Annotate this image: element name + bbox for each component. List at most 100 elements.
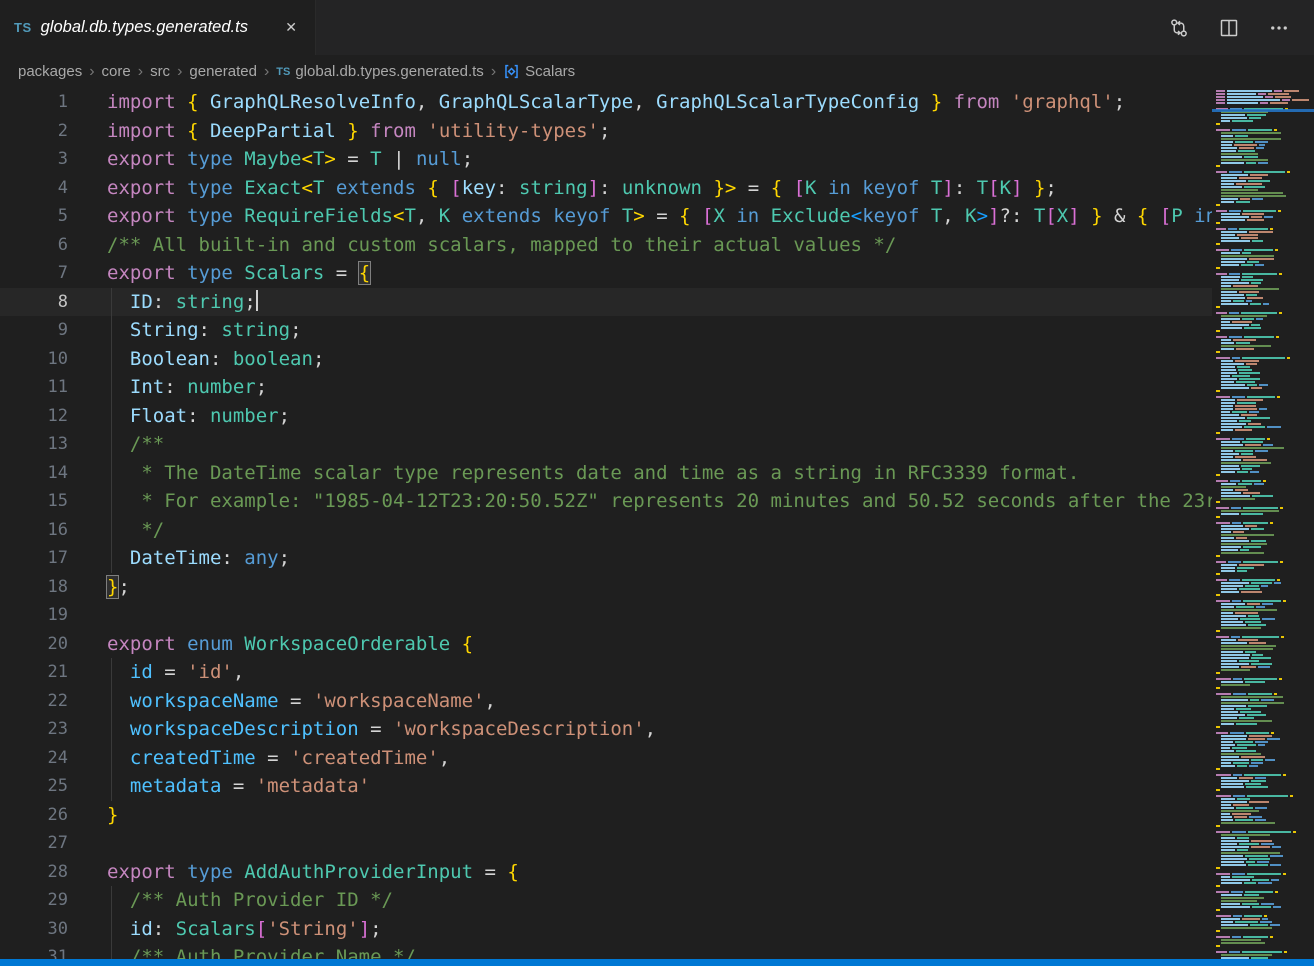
code-line-25[interactable]: 25 metadata = 'metadata'	[0, 772, 1314, 801]
code-line-14[interactable]: 14 * The DateTime scalar type represents…	[0, 459, 1314, 488]
editor[interactable]: 1import { GraphQLResolveInfo, GraphQLSca…	[0, 88, 1314, 959]
minimap-line	[1216, 312, 1314, 314]
breadcrumb-item-scalars[interactable]: Scalars	[503, 63, 575, 80]
minimap-current-line-highlight	[1212, 109, 1314, 112]
tab-global-db-types-generated[interactable]: TS global.db.types.generated.ts ✕	[0, 0, 316, 55]
code-line-2[interactable]: 2import { DeepPartial } from 'utility-ty…	[0, 117, 1314, 146]
minimap-line	[1216, 855, 1314, 857]
code-line-1[interactable]: 1import { GraphQLResolveInfo, GraphQLSca…	[0, 88, 1314, 117]
line-number[interactable]: 26	[0, 801, 68, 830]
code-line-18[interactable]: 18};	[0, 573, 1314, 602]
code-line-3[interactable]: 3export type Maybe<T> = T | null;	[0, 145, 1314, 174]
line-number[interactable]: 27	[0, 829, 68, 858]
minimap-line	[1216, 228, 1314, 230]
code-line-7[interactable]: 7export type Scalars = {	[0, 259, 1314, 288]
minimap-line	[1216, 612, 1314, 614]
minimap[interactable]	[1212, 88, 1314, 959]
code-line-10[interactable]: 10 Boolean: boolean;	[0, 345, 1314, 374]
line-number[interactable]: 7	[0, 259, 68, 288]
line-number[interactable]: 18	[0, 573, 68, 602]
line-number[interactable]: 23	[0, 715, 68, 744]
line-number[interactable]: 25	[0, 772, 68, 801]
line-number[interactable]: 31	[0, 943, 68, 959]
line-number[interactable]: 28	[0, 858, 68, 887]
code-line-4[interactable]: 4export type Exact<T extends { [key: str…	[0, 174, 1314, 203]
line-number[interactable]: 10	[0, 345, 68, 374]
minimap-line	[1216, 708, 1314, 710]
line-number[interactable]: 12	[0, 402, 68, 431]
code-line-24[interactable]: 24 createdTime = 'createdTime',	[0, 744, 1314, 773]
code-line-12[interactable]: 12 Float: number;	[0, 402, 1314, 431]
code-line-15[interactable]: 15 * For example: "1985-04-12T23:20:50.5…	[0, 487, 1314, 516]
minimap-line	[1216, 597, 1314, 599]
minimap-line	[1216, 405, 1314, 407]
line-number[interactable]: 15	[0, 487, 68, 516]
close-icon[interactable]: ✕	[281, 17, 301, 38]
breadcrumb-item-src[interactable]: src	[150, 63, 170, 80]
code-line-16[interactable]: 16 */	[0, 516, 1314, 545]
line-number[interactable]: 4	[0, 174, 68, 203]
code-line-29[interactable]: 29 /** Auth Provider ID */	[0, 886, 1314, 915]
breadcrumb-item-global-db-types-generated-ts[interactable]: TSglobal.db.types.generated.ts	[276, 63, 484, 80]
minimap-line	[1216, 627, 1314, 629]
code-line-17[interactable]: 17 DateTime: any;	[0, 544, 1314, 573]
code-line-21[interactable]: 21 id = 'id',	[0, 658, 1314, 687]
minimap-line	[1216, 888, 1314, 890]
code-line-27[interactable]: 27	[0, 829, 1314, 858]
breadcrumb-item-generated[interactable]: generated	[189, 63, 257, 80]
breadcrumb-item-packages[interactable]: packages	[18, 63, 82, 80]
open-changes-icon[interactable]	[1168, 17, 1190, 39]
line-number[interactable]: 5	[0, 202, 68, 231]
code-line-6[interactable]: 6/** All built-in and custom scalars, ma…	[0, 231, 1314, 260]
line-number[interactable]: 17	[0, 544, 68, 573]
breadcrumb-item-core[interactable]: core	[102, 63, 131, 80]
more-actions-icon[interactable]	[1268, 17, 1290, 39]
minimap-line	[1216, 201, 1314, 203]
line-number[interactable]: 1	[0, 88, 68, 117]
minimap-line	[1216, 606, 1314, 608]
minimap-line	[1216, 792, 1314, 794]
breadcrumb-separator: ›	[138, 64, 143, 80]
code-line-5[interactable]: 5export type RequireFields<T, K extends …	[0, 202, 1314, 231]
line-number[interactable]: 20	[0, 630, 68, 659]
code-line-13[interactable]: 13 /**	[0, 430, 1314, 459]
code-area[interactable]: 1import { GraphQLResolveInfo, GraphQLSca…	[0, 88, 1314, 959]
line-number[interactable]: 24	[0, 744, 68, 773]
line-number[interactable]: 21	[0, 658, 68, 687]
line-number[interactable]: 30	[0, 915, 68, 944]
line-number[interactable]: 11	[0, 373, 68, 402]
minimap-line	[1216, 234, 1314, 236]
line-number[interactable]: 14	[0, 459, 68, 488]
line-number[interactable]: 16	[0, 516, 68, 545]
code-line-31[interactable]: 31 /** Auth Provider Name */	[0, 943, 1314, 959]
code-line-20[interactable]: 20export enum WorkspaceOrderable {	[0, 630, 1314, 659]
line-number[interactable]: 6	[0, 231, 68, 260]
minimap-line	[1216, 96, 1314, 98]
line-number[interactable]: 9	[0, 316, 68, 345]
line-number[interactable]: 3	[0, 145, 68, 174]
minimap-line	[1216, 945, 1314, 947]
minimap-line	[1216, 411, 1314, 413]
minimap-line	[1216, 942, 1314, 944]
line-number[interactable]: 19	[0, 601, 68, 630]
line-number[interactable]: 13	[0, 430, 68, 459]
code-line-9[interactable]: 9 String: string;	[0, 316, 1314, 345]
code-line-23[interactable]: 23 workspaceDescription = 'workspaceDesc…	[0, 715, 1314, 744]
line-number[interactable]: 22	[0, 687, 68, 716]
minimap-line	[1216, 93, 1314, 95]
code-line-11[interactable]: 11 Int: number;	[0, 373, 1314, 402]
code-line-19[interactable]: 19	[0, 601, 1314, 630]
line-number[interactable]: 8	[0, 288, 68, 317]
minimap-line	[1216, 162, 1314, 164]
minimap-line	[1216, 720, 1314, 722]
line-number[interactable]: 29	[0, 886, 68, 915]
code-line-22[interactable]: 22 workspaceName = 'workspaceName',	[0, 687, 1314, 716]
code-line-8[interactable]: 8 ID: string;	[0, 288, 1314, 317]
code-line-26[interactable]: 26}	[0, 801, 1314, 830]
minimap-line	[1216, 933, 1314, 935]
code-line-28[interactable]: 28export type AddAuthProviderInput = {	[0, 858, 1314, 887]
line-number[interactable]: 2	[0, 117, 68, 146]
split-editor-icon[interactable]	[1218, 17, 1240, 39]
code-line-30[interactable]: 30 id: Scalars['String'];	[0, 915, 1314, 944]
status-bar[interactable]	[0, 959, 1314, 966]
